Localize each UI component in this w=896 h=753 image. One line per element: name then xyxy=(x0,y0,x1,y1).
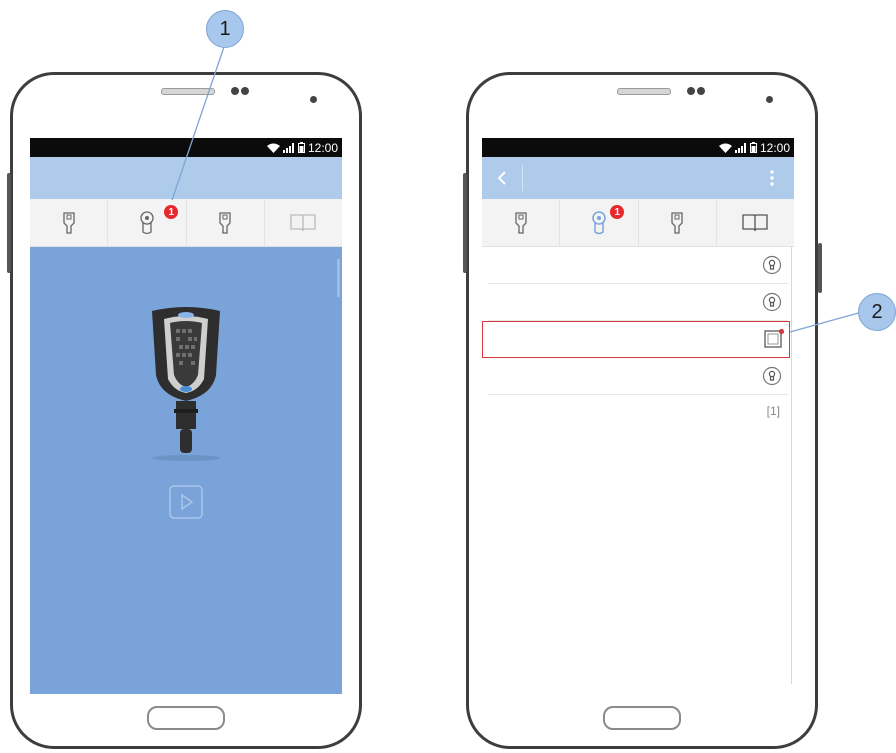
tab-manual[interactable] xyxy=(265,199,342,246)
lock-icon xyxy=(762,255,782,275)
tab-manual[interactable] xyxy=(717,199,794,246)
key-icon xyxy=(219,211,231,234)
status-time: 12:00 xyxy=(307,140,338,155)
key-icon xyxy=(62,211,75,234)
power-button xyxy=(818,243,822,293)
list-item[interactable] xyxy=(488,247,788,284)
app-bar xyxy=(30,157,342,199)
wifi-icon xyxy=(266,143,280,153)
book-icon xyxy=(290,213,317,231)
tab-locks[interactable]: 1 xyxy=(560,199,639,246)
scrollbar[interactable] xyxy=(337,259,340,297)
tab-bar: 1 xyxy=(30,199,342,247)
tab-locks[interactable]: 1 xyxy=(108,199,187,246)
list-item[interactable] xyxy=(488,358,788,395)
page-indicator: [1] xyxy=(766,404,780,418)
home-button[interactable] xyxy=(603,706,681,730)
list-item-highlighted[interactable] xyxy=(482,321,790,358)
right-phone-frame: 12:00 1 [1] xyxy=(463,72,822,749)
play-icon[interactable] xyxy=(169,485,203,519)
lock-icon xyxy=(762,292,782,312)
right-screen: 12:00 1 [1] xyxy=(482,138,794,694)
scrollbar[interactable] xyxy=(791,247,792,684)
back-chevron-icon[interactable] xyxy=(496,170,508,186)
callout-2: 2 xyxy=(858,293,896,331)
earpiece xyxy=(161,88,215,95)
tab-bar: 1 xyxy=(482,199,794,247)
front-camera xyxy=(687,87,695,95)
app-bar xyxy=(482,157,794,199)
book-icon xyxy=(742,213,769,231)
tab-keys[interactable] xyxy=(30,199,109,246)
lock-list: [1] xyxy=(482,247,794,694)
key-icon xyxy=(671,211,683,234)
sensor xyxy=(766,96,773,103)
list-item[interactable] xyxy=(488,284,788,321)
battery-icon xyxy=(297,142,305,153)
signal-icon xyxy=(282,142,294,153)
front-camera xyxy=(241,87,249,95)
left-phone-frame: 12:00 1 xyxy=(7,72,362,749)
overflow-menu-icon[interactable] xyxy=(770,170,774,186)
battery-icon xyxy=(749,142,757,153)
key-icon xyxy=(514,211,527,234)
callout-1: 1 xyxy=(206,10,244,48)
lock-icon xyxy=(762,366,782,386)
sensor xyxy=(310,96,317,103)
status-bar: 12:00 xyxy=(482,138,794,157)
wifi-icon xyxy=(718,143,732,153)
left-screen: 12:00 1 xyxy=(30,138,342,694)
earpiece xyxy=(617,88,671,95)
signal-icon xyxy=(734,142,746,153)
notification-badge: 1 xyxy=(164,205,179,219)
status-bar: 12:00 xyxy=(30,138,342,157)
cylinder-lock-icon xyxy=(592,210,606,234)
notification-badge: 1 xyxy=(610,205,625,219)
side-button xyxy=(7,173,11,273)
front-camera xyxy=(231,87,239,95)
tab-keys-2[interactable] xyxy=(639,199,717,246)
side-button xyxy=(463,173,467,273)
hero-area xyxy=(30,247,342,694)
front-camera xyxy=(697,87,705,95)
cylinder-lock-icon xyxy=(140,210,154,234)
home-button[interactable] xyxy=(147,706,225,730)
tab-keys-2[interactable] xyxy=(187,199,265,246)
device-alert-icon xyxy=(764,328,785,348)
digital-key-image xyxy=(152,307,220,461)
status-time: 12:00 xyxy=(759,140,790,155)
appbar-divider xyxy=(522,165,523,191)
tab-keys[interactable] xyxy=(482,199,561,246)
